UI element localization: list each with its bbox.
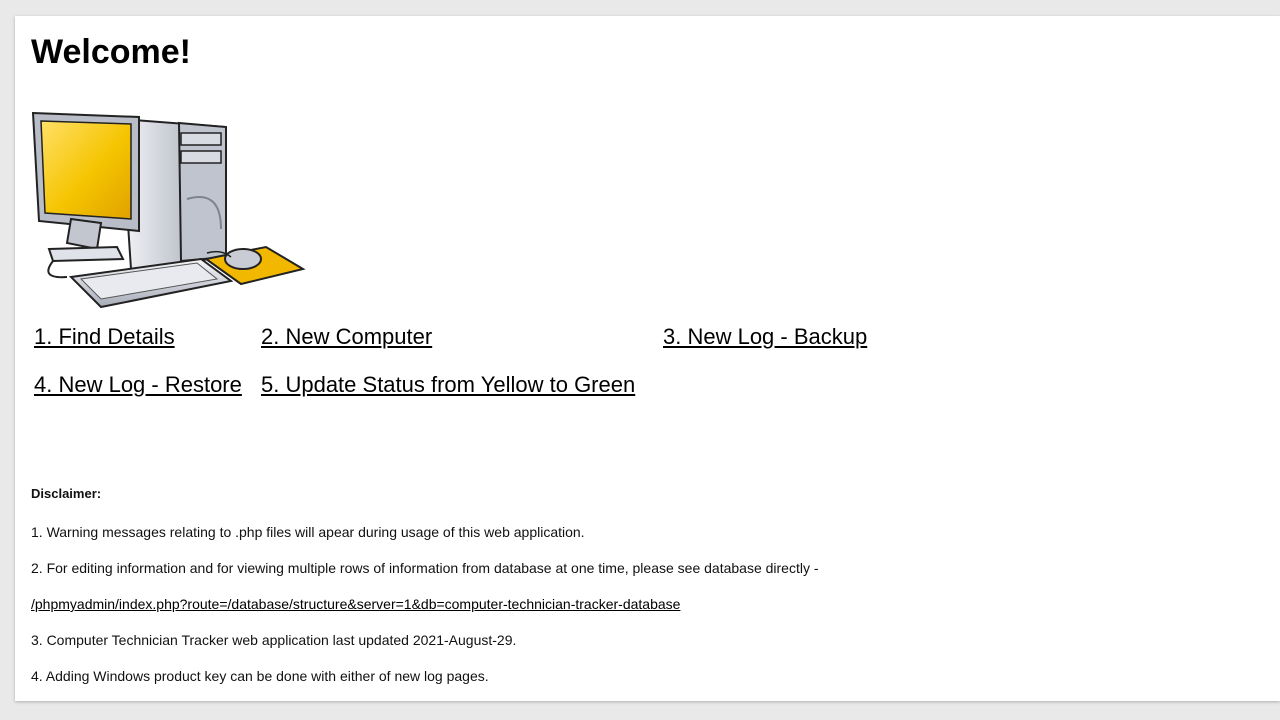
nav-link-new-log-backup[interactable]: 3. New Log - Backup bbox=[660, 320, 910, 354]
disclaimer-line-1: 1. Warning messages relating to .php fil… bbox=[31, 524, 585, 540]
main-navigation: 1. Find Details 2. New Computer 3. New L… bbox=[31, 320, 910, 402]
disclaimer-line-4: 4. Adding Windows product key can be don… bbox=[31, 668, 489, 684]
nav-link-find-details[interactable]: 1. Find Details bbox=[31, 320, 258, 354]
disclaimer-section: Disclaimer: 1. Warning messages relating… bbox=[31, 486, 819, 704]
page-title: Welcome! bbox=[31, 33, 191, 71]
disclaimer-line-2: 2. For editing information and for viewi… bbox=[31, 560, 819, 576]
main-content-card: Welcome! 1. Find Details 2. New Computer… bbox=[15, 16, 1280, 701]
nav-link-new-computer[interactable]: 2. New Computer bbox=[258, 320, 660, 354]
nav-link-update-status[interactable]: 5. Update Status from Yellow to Green bbox=[258, 368, 660, 402]
disclaimer-heading: Disclaimer: bbox=[31, 486, 102, 501]
phpmyadmin-link[interactable]: /phpmyadmin/index.php?route=/database/st… bbox=[31, 596, 680, 612]
disclaimer-line-3: 3. Computer Technician Tracker web appli… bbox=[31, 632, 517, 648]
nav-link-new-log-restore[interactable]: 4. New Log - Restore bbox=[31, 368, 258, 402]
desktop-computer-icon bbox=[31, 111, 306, 309]
